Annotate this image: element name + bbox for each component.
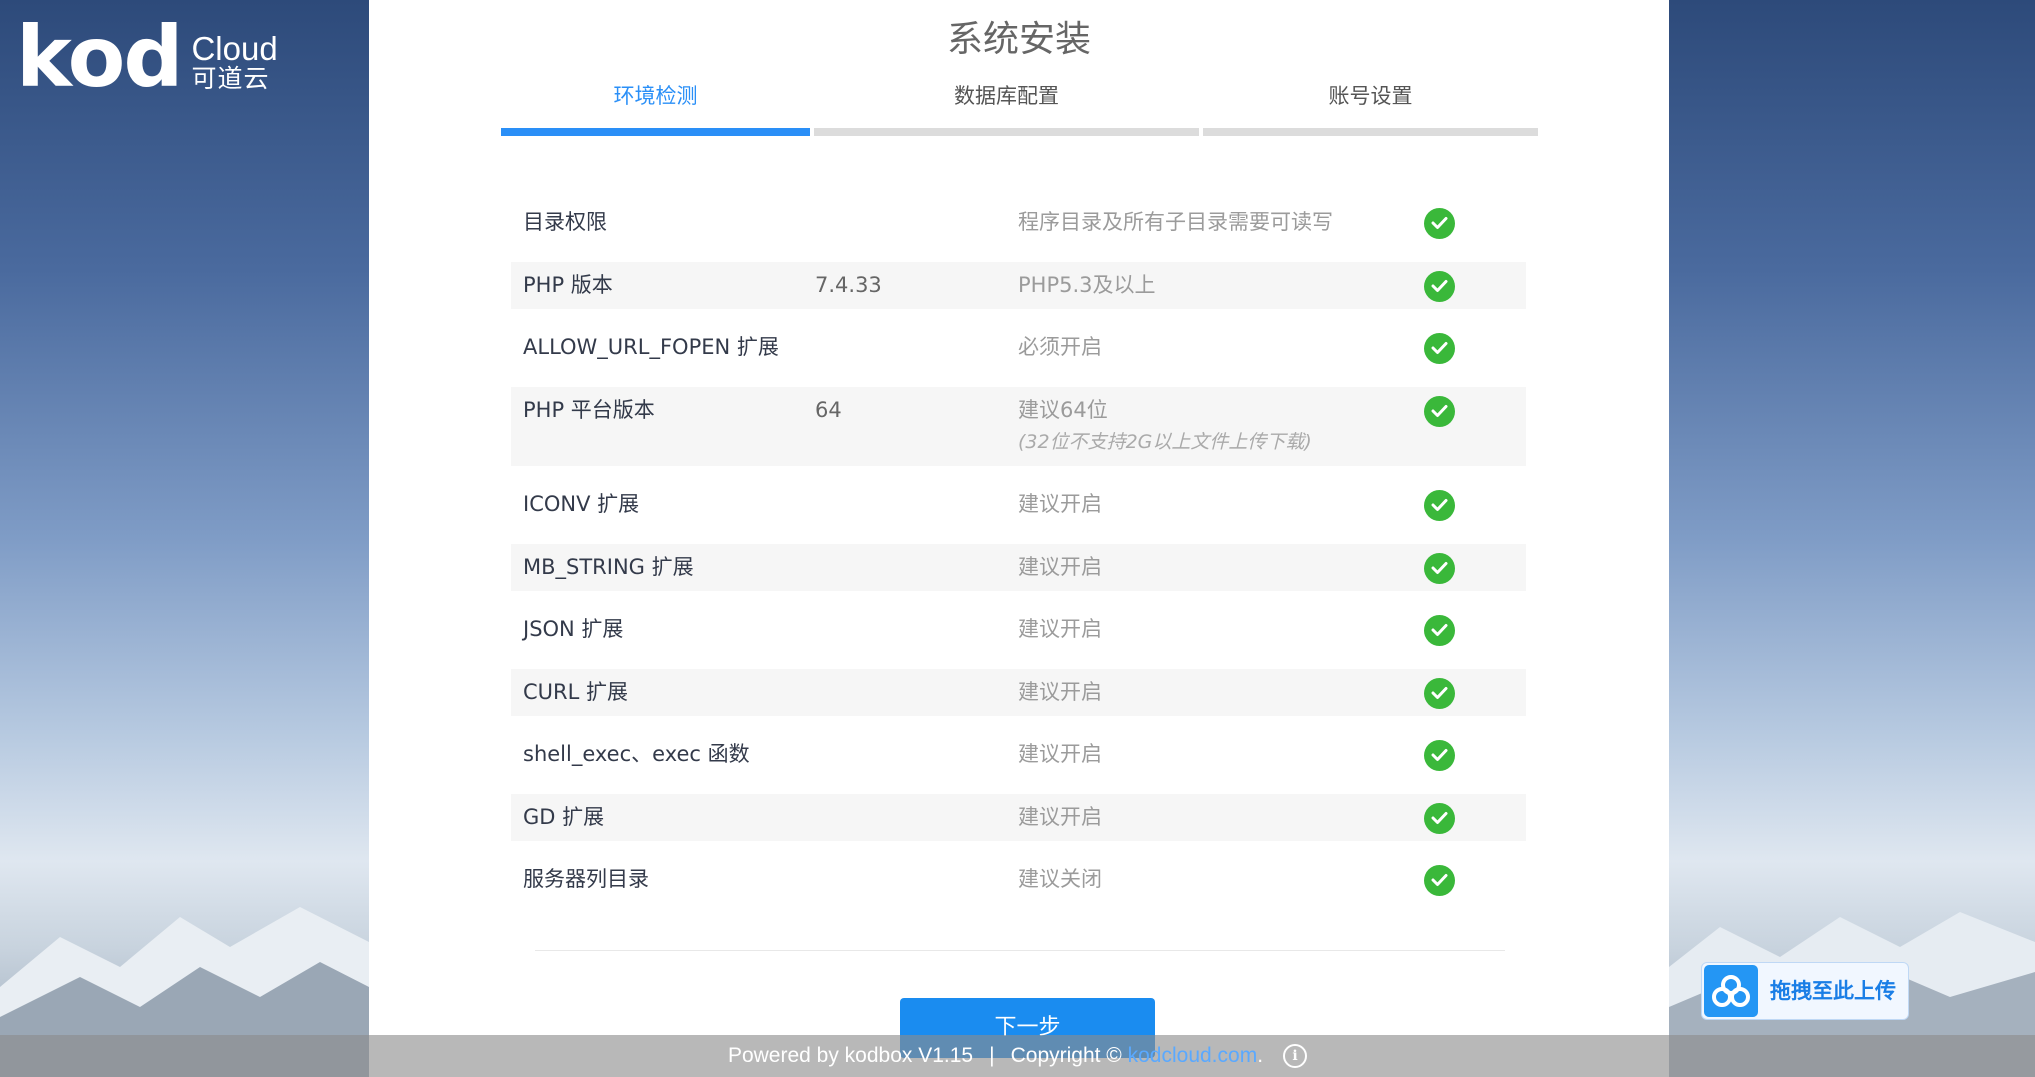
table-row: PHP 平台版本 64 建议64位 (32位不支持2G以上文件上传下载) (511, 386, 1526, 466)
tab-environment-check[interactable]: 环境检测 (501, 78, 810, 136)
check-name: 目录权限 (523, 210, 607, 234)
check-requirement: PHP5.3及以上 (1018, 272, 1156, 297)
footer: Powered by kodbox V1.15 | Copyright © kodc… (0, 1035, 2035, 1077)
check-requirement: 建议关闭 (1018, 867, 1102, 891)
check-value: 7.4.33 (815, 272, 882, 297)
table-row: ICONV 扩展 建议开启 (511, 481, 1526, 528)
kodcloud-logo: kod Cloud 可道云 (16, 8, 278, 106)
check-passed-icon (1424, 802, 1455, 834)
table-row: ALLOW_URL_FOPEN 扩展 必须开启 (511, 324, 1526, 371)
divider (535, 950, 1505, 951)
table-row: 服务器列目录 建议关闭 (511, 856, 1526, 903)
kodcloud-link[interactable]: kodcloud.com (1128, 1044, 1258, 1067)
page-title: 系统安装 (946, 19, 1091, 60)
check-passed-icon (1424, 740, 1455, 771)
check-requirement: 建议开启 (1018, 492, 1102, 516)
check-requirement: 建议开启 (1018, 554, 1102, 579)
check-passed-icon (1424, 865, 1455, 896)
table-row: PHP 版本 7.4.33 PHP5.3及以上 (511, 261, 1526, 309)
check-passed-icon (1424, 677, 1455, 709)
check-requirement: 必须开启 (1018, 335, 1102, 359)
check-passed-icon (1424, 615, 1455, 646)
check-passed-icon (1424, 490, 1455, 521)
logo-text: Cloud 可道云 (191, 32, 277, 92)
install-panel: 系统安装 环境检测 数据库配置 账号设置 目录权限 程序目录及所有子目录需要可读写… (369, 0, 1669, 1077)
tab-label: 环境检测 (613, 84, 698, 108)
table-row: MB_STRING 扩展 建议开启 (511, 543, 1526, 591)
check-requirement: 程序目录及所有子目录需要可读写 (1018, 210, 1333, 234)
check-passed-icon (1424, 208, 1455, 239)
check-passed-icon (1424, 552, 1455, 584)
footer-separator: | (989, 1044, 995, 1067)
check-name: JSON 扩展 (523, 617, 624, 641)
logo-text-cn: 可道云 (191, 65, 270, 93)
check-name: CURL 扩展 (523, 679, 628, 704)
check-name: ICONV 扩展 (523, 492, 640, 516)
step-tabs: 环境检测 数据库配置 账号设置 (501, 78, 1538, 136)
tab-database-config[interactable]: 数据库配置 (814, 78, 1199, 136)
check-note: (32位不支持2G以上文件上传下载) (1018, 430, 1312, 453)
upload-label: 拖拽至此上传 (1770, 979, 1896, 1003)
check-name: 服务器列目录 (523, 867, 649, 891)
footer-dot: . (1257, 1044, 1264, 1067)
tab-account-settings[interactable]: 账号设置 (1203, 78, 1538, 136)
check-name: shell_exec、exec 函数 (523, 742, 750, 766)
tab-label: 数据库配置 (954, 84, 1059, 108)
check-passed-icon (1424, 333, 1455, 364)
cloud-upload-icon (1704, 965, 1758, 1017)
copyright-text: Copyright © (1010, 1044, 1122, 1067)
check-requirement: 建议开启 (1018, 804, 1102, 829)
check-name: GD 扩展 (523, 804, 605, 829)
table-row: 目录权限 程序目录及所有子目录需要可读写 (511, 199, 1526, 246)
info-icon[interactable]: i (1283, 1044, 1308, 1069)
drag-upload-widget[interactable]: 拖拽至此上传 (1701, 962, 1909, 1020)
check-requirement: 建议开启 (1018, 617, 1102, 641)
powered-by-text: Powered by kodbox V1.15 (727, 1044, 974, 1067)
check-passed-icon (1424, 395, 1455, 427)
table-row: shell_exec、exec 函数 建议开启 (511, 731, 1526, 778)
table-row: JSON 扩展 建议开启 (511, 606, 1526, 653)
check-requirement: 建议开启 (1018, 742, 1102, 766)
check-value: 64 (815, 397, 842, 422)
tab-label: 账号设置 (1328, 84, 1413, 108)
check-name: MB_STRING 扩展 (523, 554, 694, 579)
table-row: GD 扩展 建议开启 (511, 793, 1526, 841)
table-row: CURL 扩展 建议开启 (511, 668, 1526, 716)
check-passed-icon (1424, 270, 1455, 302)
tab-progress-bar (814, 128, 1199, 136)
check-name: ALLOW_URL_FOPEN 扩展 (523, 335, 779, 359)
tab-progress-bar (1203, 128, 1538, 136)
logo-mark: kod (16, 8, 183, 106)
logo-text-en: Cloud (191, 30, 278, 67)
environment-check-table: 目录权限 程序目录及所有子目录需要可读写 PHP 版本 7.4.33 PHP5.3及以上… (511, 199, 1526, 919)
check-name: PHP 平台版本 (523, 397, 655, 422)
tab-progress-bar (501, 128, 810, 136)
check-name: PHP 版本 (523, 272, 613, 297)
check-requirement: 建议开启 (1018, 679, 1102, 704)
